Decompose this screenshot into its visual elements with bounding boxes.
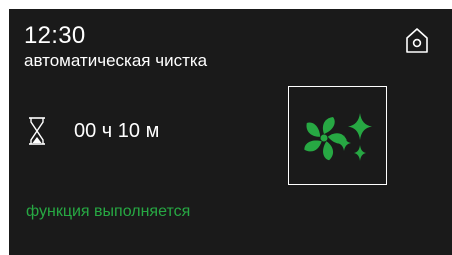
- remaining-time-value: 00 ч 10 м: [74, 120, 160, 142]
- function-status-text: функция выполняется: [26, 203, 191, 220]
- remaining-time-row[interactable]: 00 ч 10 м: [27, 114, 159, 148]
- home-icon: [406, 28, 428, 53]
- hourglass-icon: [29, 117, 45, 145]
- fan-sparkle-cleaning-icon: [303, 112, 372, 161]
- program-name: автоматическая чистка: [24, 51, 208, 70]
- home-button[interactable]: [402, 25, 432, 55]
- oven-display-screen: 12:30 автоматическая чистка 00 ч 10 м фу…: [9, 9, 452, 255]
- clock-time: 12:30: [24, 22, 86, 49]
- cleaning-function-tile[interactable]: [288, 86, 387, 185]
